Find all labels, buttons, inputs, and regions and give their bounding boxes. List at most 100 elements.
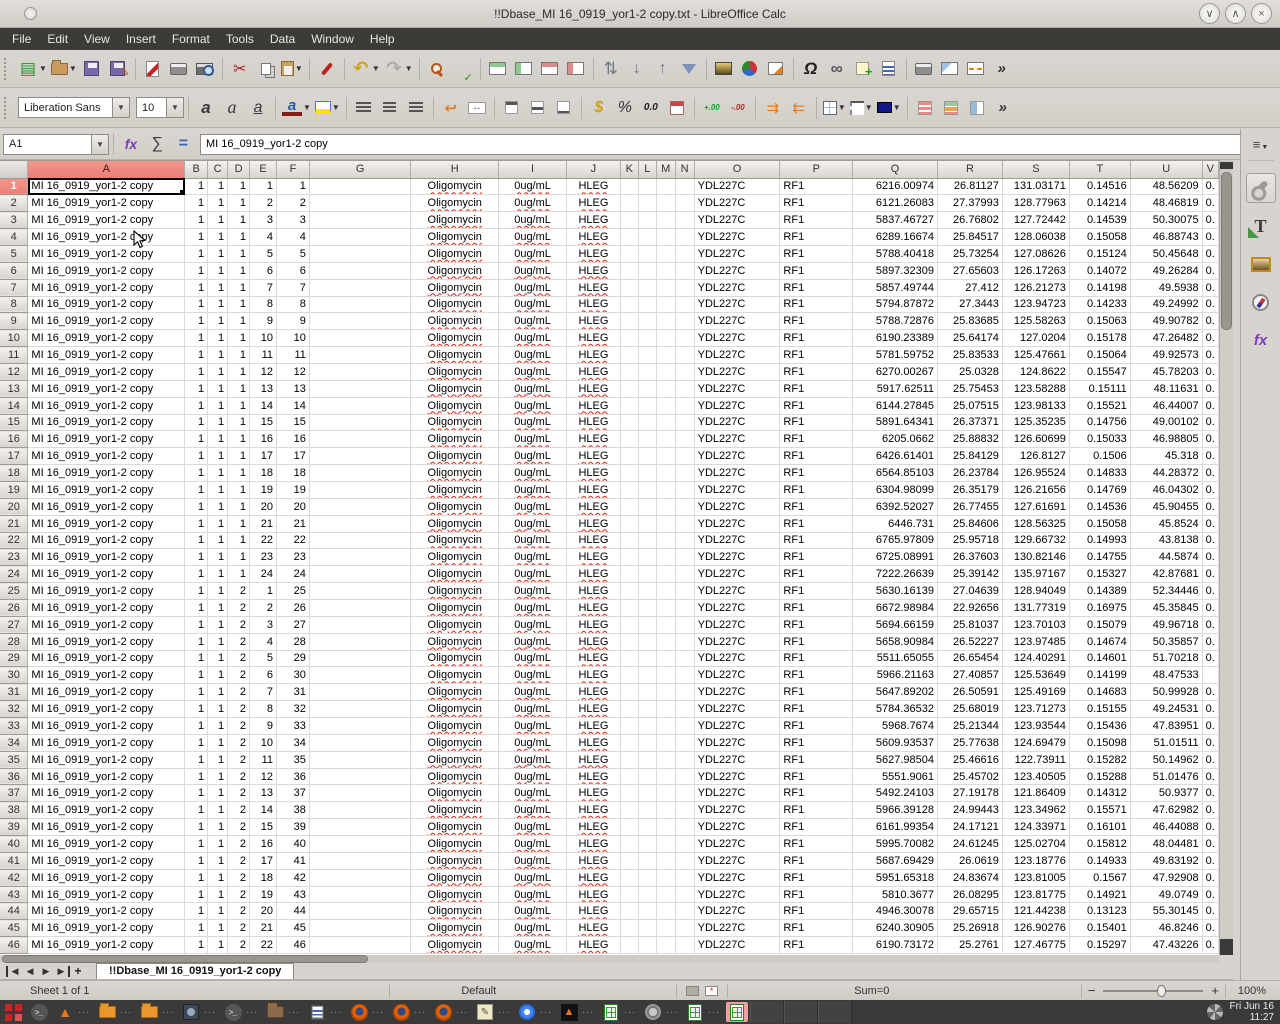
special-character-button[interactable] — [798, 55, 824, 83]
cell-U32[interactable]: 49.24531 — [1130, 701, 1202, 718]
taskbar-item-folder-brown[interactable] — [264, 1002, 286, 1022]
row-header-21[interactable]: 21 — [0, 515, 28, 532]
cell-O21[interactable]: YDL227C — [694, 515, 780, 532]
cell-N12[interactable] — [675, 363, 694, 380]
cell-L13[interactable] — [638, 380, 656, 397]
cell-R43[interactable]: 26.08295 — [938, 886, 1003, 903]
cell-K35[interactable] — [620, 751, 638, 768]
cell-S39[interactable]: 124.33971 — [1002, 819, 1069, 836]
cell-J12[interactable]: HLEG — [566, 363, 620, 380]
cell-J1[interactable]: HLEG — [566, 178, 620, 195]
cell-E39[interactable]: 15 — [250, 819, 277, 836]
cell-U28[interactable]: 50.35857 — [1130, 633, 1202, 650]
cell-H3[interactable]: Oligomycin — [411, 212, 499, 229]
taskbar-item-matlab[interactable] — [54, 1002, 76, 1022]
cell-F11[interactable]: 11 — [276, 347, 309, 364]
cell-S24[interactable]: 135.97167 — [1002, 566, 1069, 583]
cell-C40[interactable]: 1 — [208, 836, 228, 853]
zoom-out-button[interactable]: − — [1088, 983, 1096, 998]
row-header-24[interactable]: 24 — [0, 566, 28, 583]
column-header-C[interactable]: C — [208, 161, 228, 178]
cell-J25[interactable]: HLEG — [566, 583, 620, 600]
cell-H10[interactable]: Oligomycin — [411, 330, 499, 347]
row-header-2[interactable]: 2 — [0, 195, 28, 212]
cell-M45[interactable] — [656, 920, 675, 937]
row-header-17[interactable]: 17 — [0, 448, 28, 465]
cell-U6[interactable]: 49.26284 — [1130, 262, 1202, 279]
cell-I14[interactable]: 0ug/mL — [499, 397, 567, 414]
cell-C14[interactable]: 1 — [208, 397, 228, 414]
cell-G38[interactable] — [309, 802, 410, 819]
cell-U42[interactable]: 47.92908 — [1130, 869, 1202, 886]
cell-Q27[interactable]: 5694.66159 — [853, 616, 938, 633]
cell-J42[interactable]: HLEG — [566, 869, 620, 886]
cell-G18[interactable] — [309, 465, 410, 482]
cell-O15[interactable]: YDL227C — [694, 414, 780, 431]
cell-E24[interactable]: 24 — [250, 566, 277, 583]
cell-L9[interactable] — [638, 313, 656, 330]
column-header-U[interactable]: U — [1130, 161, 1202, 178]
cell-R18[interactable]: 26.23784 — [938, 465, 1003, 482]
cell-K5[interactable] — [620, 245, 638, 262]
cell-A36[interactable]: MI 16_0919_yor1-2 copy — [28, 768, 185, 785]
cell-T13[interactable]: 0.15111 — [1069, 380, 1130, 397]
cell-T46[interactable]: 0.15297 — [1069, 937, 1130, 954]
chevron-down-icon[interactable]: ▼ — [112, 98, 129, 117]
cell-P16[interactable]: RF1 — [780, 431, 853, 448]
cell-C39[interactable]: 1 — [208, 819, 228, 836]
cell-S19[interactable]: 126.21656 — [1002, 481, 1069, 498]
taskbar-item-calc[interactable] — [684, 1002, 706, 1022]
headers-footers-button[interactable] — [876, 55, 902, 83]
save-as-button[interactable] — [105, 55, 131, 83]
cell-B43[interactable]: 1 — [185, 886, 208, 903]
cell-K44[interactable] — [620, 903, 638, 920]
cell-K22[interactable] — [620, 532, 638, 549]
cell-I13[interactable]: 0ug/mL — [499, 380, 567, 397]
cell-P36[interactable]: RF1 — [780, 768, 853, 785]
cell-H29[interactable]: Oligomycin — [411, 650, 499, 667]
cell-G11[interactable] — [309, 347, 410, 364]
cell-G10[interactable] — [309, 330, 410, 347]
cell-F40[interactable]: 40 — [276, 836, 309, 853]
cell-T23[interactable]: 0.14755 — [1069, 549, 1130, 566]
sidebar-tab-navigator[interactable] — [1246, 287, 1276, 317]
taskbar-item-calc-active[interactable] — [726, 1002, 748, 1022]
cell-D3[interactable]: 1 — [228, 212, 250, 229]
cell-F6[interactable]: 6 — [276, 262, 309, 279]
cell-G35[interactable] — [309, 751, 410, 768]
cell-Q21[interactable]: 6446.731 — [853, 515, 938, 532]
cell-L25[interactable] — [638, 583, 656, 600]
taskbar-item-launcher[interactable] — [2, 1002, 24, 1022]
cell-R14[interactable]: 25.07515 — [938, 397, 1003, 414]
cell-I32[interactable]: 0ug/mL — [499, 701, 567, 718]
cell-D26[interactable]: 2 — [228, 599, 250, 616]
sum-button[interactable] — [144, 130, 170, 158]
cell-I29[interactable]: 0ug/mL — [499, 650, 567, 667]
cell-O32[interactable]: YDL227C — [694, 701, 780, 718]
cell-D13[interactable]: 1 — [228, 380, 250, 397]
cell-N38[interactable] — [675, 802, 694, 819]
cell-E1[interactable]: 1 — [250, 178, 277, 195]
cell-P42[interactable]: RF1 — [780, 869, 853, 886]
cell-S7[interactable]: 126.21273 — [1002, 279, 1069, 296]
cell-H42[interactable]: Oligomycin — [411, 869, 499, 886]
cell-A14[interactable]: MI 16_0919_yor1-2 copy — [28, 397, 185, 414]
cell-H37[interactable]: Oligomycin — [411, 785, 499, 802]
cell-G6[interactable] — [309, 262, 410, 279]
cell-F27[interactable]: 27 — [276, 616, 309, 633]
cell-O26[interactable]: YDL227C — [694, 599, 780, 616]
cell-T29[interactable]: 0.14601 — [1069, 650, 1130, 667]
cell-H25[interactable]: Oligomycin — [411, 583, 499, 600]
cell-R40[interactable]: 24.61245 — [938, 836, 1003, 853]
cell-K41[interactable] — [620, 852, 638, 869]
cell-K45[interactable] — [620, 920, 638, 937]
cell-F19[interactable]: 19 — [276, 481, 309, 498]
cell-S43[interactable]: 123.81775 — [1002, 886, 1069, 903]
cell-V9[interactable]: 0. — [1202, 313, 1218, 330]
cell-S12[interactable]: 124.8622 — [1002, 363, 1069, 380]
cell-L23[interactable] — [638, 549, 656, 566]
cell-T38[interactable]: 0.15571 — [1069, 802, 1130, 819]
menu-view[interactable]: View — [76, 29, 118, 49]
cell-K43[interactable] — [620, 886, 638, 903]
cell-S13[interactable]: 123.58288 — [1002, 380, 1069, 397]
